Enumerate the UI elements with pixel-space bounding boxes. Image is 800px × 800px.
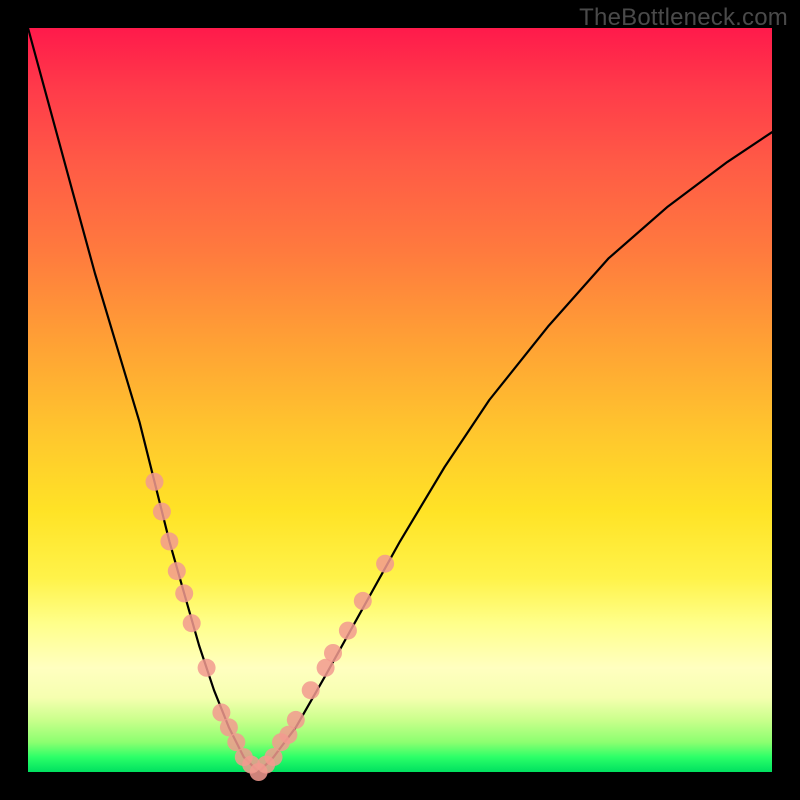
marker-dot: [287, 711, 305, 729]
marker-dot: [175, 584, 193, 602]
marker-dot: [376, 555, 394, 573]
marker-dot: [198, 659, 216, 677]
marker-dot: [339, 622, 357, 640]
marker-dot: [160, 532, 178, 550]
marker-dot: [146, 473, 164, 491]
marker-dot: [153, 503, 171, 521]
marker-dot: [183, 614, 201, 632]
outer-frame: TheBottleneck.com: [0, 0, 800, 800]
marker-dot: [324, 644, 342, 662]
marker-dot: [354, 592, 372, 610]
marker-dot: [168, 562, 186, 580]
chart-svg: [28, 28, 772, 772]
bottleneck-curve: [28, 28, 772, 772]
highlighted-points: [146, 473, 395, 781]
marker-dot: [302, 681, 320, 699]
